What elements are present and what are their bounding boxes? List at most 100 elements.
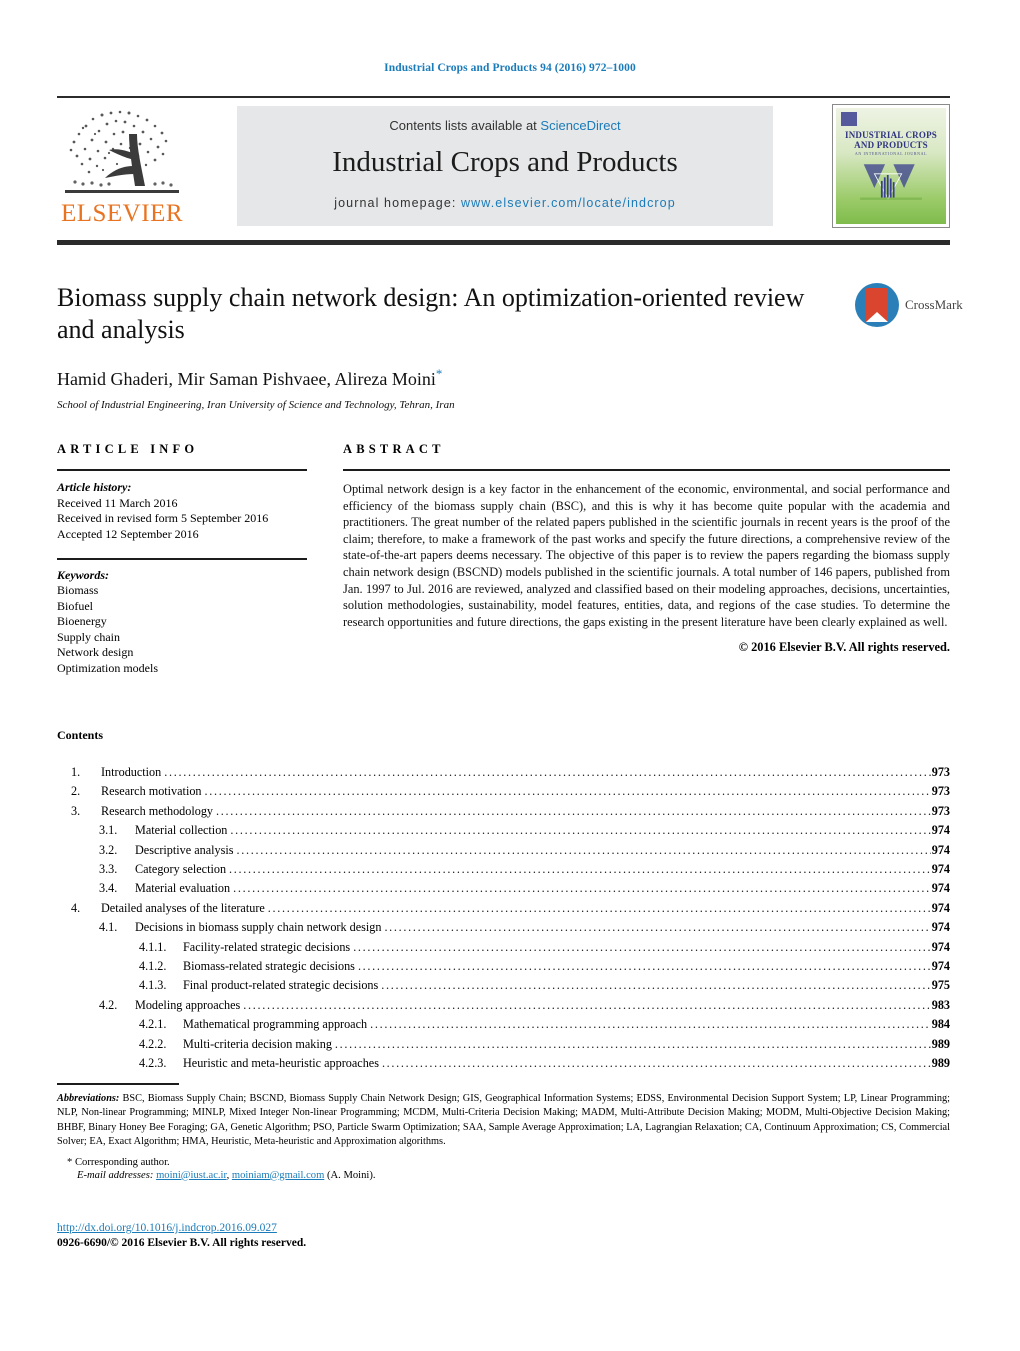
journal-cover-art: INDUSTRIAL CROPS AND PRODUCTS AN INTERNA…: [836, 108, 946, 224]
contents-entry[interactable]: 3. Research methodology..................…: [57, 802, 950, 821]
abstract-rule: [343, 469, 950, 471]
contents-entry-leader: ........................................…: [233, 881, 931, 896]
contents-entry-label: Facility-related strategic decisions: [183, 939, 351, 954]
corresponding-author-marker: *: [435, 366, 443, 381]
contents-entry-label: Heuristic and meta-heuristic approaches: [183, 1056, 379, 1071]
contents-entry-page: 974: [931, 862, 950, 877]
keyword-item: Network design: [57, 645, 134, 659]
article-info-heading: ARTICLE INFO: [57, 442, 199, 456]
contents-prefix-text: Contents lists available at: [389, 118, 541, 133]
elsevier-wordmark: ELSEVIER: [60, 200, 184, 227]
article-history-item: Received in revised form 5 September 201…: [57, 511, 269, 525]
crossmark-badge[interactable]: CrossMark: [855, 283, 963, 331]
contents-entry-label: Research methodology: [101, 803, 214, 818]
contents-entry[interactable]: 3.3. Category selection..................…: [57, 860, 950, 879]
contents-entry-number: 1.: [71, 765, 81, 779]
crossmark-label: CrossMark: [905, 297, 963, 312]
footnote-section: Abbreviations: BSC, Biomass Supply Chain…: [57, 1083, 950, 1181]
contents-entry[interactable]: 4.2.1. Mathematical programming approach.…: [57, 1015, 950, 1034]
article-history-label: Article history:: [57, 480, 132, 494]
contents-entry[interactable]: 2. Research motivation...................…: [57, 782, 950, 801]
author-names: Hamid Ghaderi, Mir Saman Pishvaee, Alire…: [57, 369, 436, 389]
contents-entry[interactable]: 3.1. Material collection.................…: [57, 821, 950, 840]
contents-entry-number: 4.1.1.: [139, 939, 167, 954]
homepage-prefix-text: journal homepage:: [334, 196, 462, 210]
contents-entry-number: 3.1.: [99, 823, 118, 838]
doi-link[interactable]: http://dx.doi.org/10.1016/j.indcrop.2016…: [57, 1222, 657, 1234]
cover-triangles-icon: [860, 164, 922, 200]
contents-entry[interactable]: 4.2.3. Heuristic and meta-heuristic appro…: [57, 1054, 950, 1073]
author-list: Hamid Ghaderi, Mir Saman Pishvaee, Alire…: [57, 366, 847, 390]
contents-entry-number: 3.4.: [99, 881, 118, 896]
elsevier-tree-icon: [65, 110, 179, 193]
contents-entry-leader: ........................................…: [381, 978, 931, 993]
article-info-column: ARTICLE INFO Article history: Received 1…: [57, 442, 307, 676]
contents-entry[interactable]: 4. Detailed analyses of the literature...…: [57, 899, 950, 918]
contents-entry-label: Category selection: [135, 862, 227, 877]
contents-entry[interactable]: 4.2.2. Multi-criteria decision making....…: [57, 1035, 950, 1054]
contents-entry-number: 3.3.: [99, 862, 118, 877]
contents-entry-leader: ........................................…: [229, 862, 931, 877]
email-link-secondary[interactable]: moiniam@gmail.com: [232, 1170, 324, 1181]
contents-entry[interactable]: 3.4. Material evaluation.................…: [57, 879, 950, 898]
contents-entry-leader: ........................................…: [384, 920, 931, 935]
contents-entry-leader: ........................................…: [243, 997, 931, 1012]
contents-heading: Contents: [57, 728, 104, 742]
abstract-text: Optimal network design is a key factor i…: [343, 482, 950, 629]
cover-elsevier-mark-icon: [841, 112, 857, 126]
keywords-rule: [57, 558, 307, 560]
contents-entry[interactable]: 4.1. Decisions in biomass supply chain ne…: [57, 918, 950, 937]
contents-entry[interactable]: 4.1.1. Facility-related strategic decisio…: [57, 938, 950, 957]
contents-entry-leader: ........................................…: [204, 784, 931, 799]
email-note: E-mail addresses: moini@iust.ac.ir, moin…: [57, 1170, 950, 1181]
contents-entry[interactable]: 3.2. Descriptive analysis................…: [57, 841, 950, 860]
email-link-primary[interactable]: moini@iust.ac.ir: [156, 1170, 227, 1181]
contents-entry-page: 974: [931, 939, 950, 954]
affiliation: School of Industrial Engineering, Iran U…: [57, 399, 455, 411]
cover-title: INDUSTRIAL CROPS AND PRODUCTS: [836, 130, 946, 150]
contents-entry[interactable]: 1. Introduction..........................…: [57, 763, 950, 782]
contents-entry-page: 974: [931, 959, 950, 974]
contents-entry-number: 4.1.2.: [139, 959, 167, 974]
contents-entry-number: 3.2.: [99, 842, 118, 857]
contents-list: 1. Introduction..........................…: [57, 763, 950, 1074]
keywords-list: Keywords: Biomass Biofuel Bioenergy Supp…: [57, 568, 307, 677]
contents-entry-page: 973: [931, 765, 950, 779]
cover-title-line-1: INDUSTRIAL CROPS: [845, 130, 937, 140]
corresponding-author-star: *: [67, 1156, 73, 1168]
footnote-rule: [57, 1083, 179, 1085]
journal-title: Industrial Crops and Products: [332, 146, 678, 178]
contents-entry[interactable]: 4.1.2. Biomass-related strategic decision…: [57, 957, 950, 976]
abbreviations-label: Abbreviations:: [57, 1093, 120, 1104]
contents-entry-label: Introduction: [101, 765, 162, 779]
contents-entry-number: 3.: [71, 803, 81, 818]
article-first-page: Industrial Crops and Products 94 (2016) …: [0, 0, 1020, 1351]
contents-entry-number: 4.: [71, 900, 81, 915]
contents-entry[interactable]: 4.2. Modeling approaches.................…: [57, 996, 950, 1015]
journal-masthead: ELSEVIER Contents lists available at Sci…: [57, 96, 950, 245]
contents-entry-leader: ........................................…: [230, 823, 930, 838]
elsevier-logo: ELSEVIER: [59, 104, 185, 228]
running-head: Industrial Crops and Products 94 (2016) …: [384, 62, 636, 74]
contents-entry-leader: ........................................…: [370, 1017, 931, 1032]
contents-entry-leader: ........................................…: [216, 803, 931, 818]
sciencedirect-link[interactable]: ScienceDirect: [540, 118, 620, 133]
contents-entry-page: 974: [931, 842, 950, 857]
keyword-item: Biofuel: [57, 598, 93, 613]
contents-entry-leader: ........................................…: [334, 1036, 931, 1051]
keyword-item: Bioenergy: [57, 614, 107, 628]
contents-entry-number: 4.1.3.: [139, 978, 167, 993]
copyright-line: © 2016 Elsevier B.V. All rights reserved…: [738, 640, 950, 655]
journal-cover-thumbnail[interactable]: INDUSTRIAL CROPS AND PRODUCTS AN INTERNA…: [832, 104, 950, 228]
contents-entry-leader: ........................................…: [353, 939, 931, 954]
contents-entry-label: Material collection: [135, 823, 228, 838]
contents-entry-page: 974: [931, 823, 950, 838]
journal-homepage-link[interactable]: www.elsevier.com/locate/indcrop: [461, 196, 676, 210]
contents-entry[interactable]: 4.1.3. Final product-related strategic de…: [57, 976, 950, 995]
keyword-item: Biomass: [57, 583, 99, 597]
email-suffix: (A. Moini).: [324, 1169, 376, 1181]
contents-entry-page: 974: [931, 881, 950, 896]
contents-entry-label: Modeling approaches: [135, 997, 241, 1012]
title-block: Biomass supply chain network design: An …: [57, 282, 847, 411]
cover-title-line-2: AND PRODUCTS: [854, 140, 928, 150]
